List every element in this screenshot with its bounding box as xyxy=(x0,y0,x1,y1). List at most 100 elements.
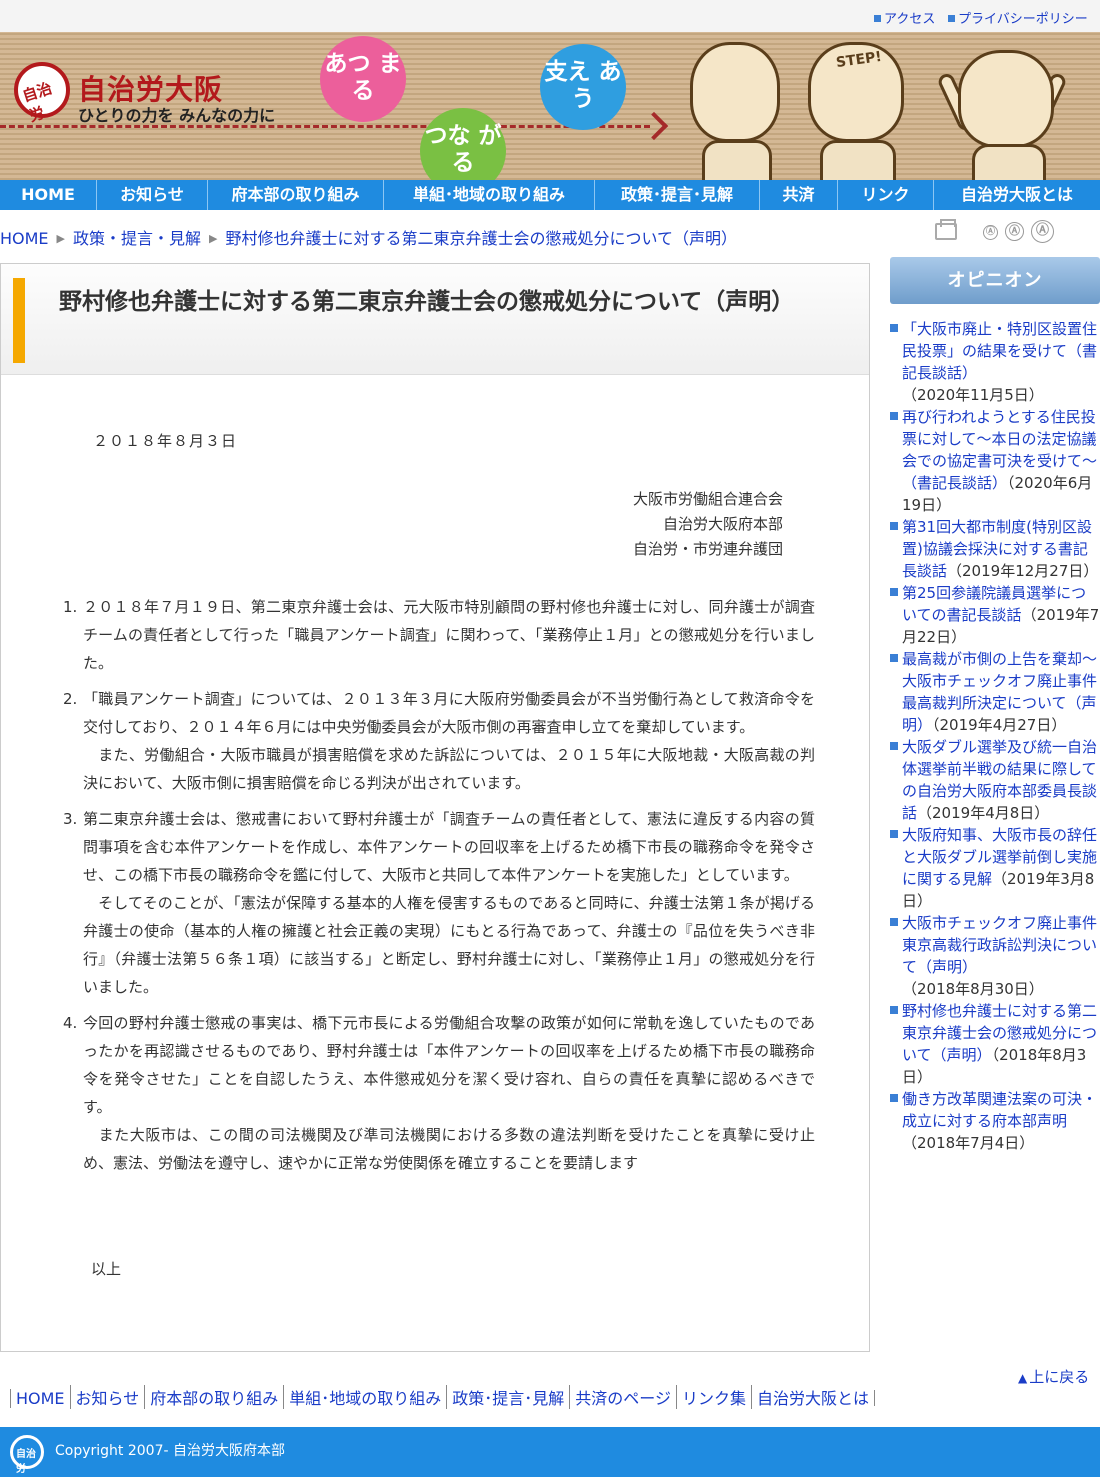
nav-about[interactable]: 自治労大阪とは xyxy=(934,180,1100,210)
sidebar-item-date: （2019年4月27日） xyxy=(932,716,1067,734)
bubble-atsumaru: あつ まる xyxy=(320,36,406,122)
item-text: 今回の野村弁護士懲戒の事実は、橋下元市長による労働組合攻撃の政策が如何に常軌を逸… xyxy=(83,1009,815,1177)
item-number: 3. xyxy=(63,810,78,828)
back-to-top-link[interactable]: 上に戻る xyxy=(1018,1366,1089,1387)
sidebar-item: 第31回大都市制度(特別区設置)協議会採決に対する書記長談話（2019年12月2… xyxy=(888,516,1100,582)
access-link[interactable]: アクセス xyxy=(874,8,935,27)
sidebar-item: 大阪市チェックオフ廃止事件東京高裁行政訴訟判決について（声明） （2018年8月3… xyxy=(888,912,1100,1000)
sidebar-item-date: （2018年8月30日） xyxy=(902,980,1044,998)
sidebar-item-date: （2019年4月8日） xyxy=(917,804,1050,822)
footer-link-policy[interactable]: 政策･提言･見解 xyxy=(446,1385,569,1409)
sidebar-item: 第25回参議院議員選挙についての書記長談話（2019年7月22日） xyxy=(888,582,1100,648)
footer-link-prefecture[interactable]: 府本部の取り組み xyxy=(144,1385,283,1409)
sidebar-item-date: （2020年11月5日） xyxy=(902,386,1044,404)
kid-body xyxy=(972,144,1046,180)
signer: 大阪市労働組合連合会 xyxy=(632,490,783,508)
footer-link-links[interactable]: リンク集 xyxy=(675,1385,751,1409)
item-paragraph: ２０１８年７月１９日、第二東京弁護士会は、元大阪市特別顧問の野村修也弁護士に対し… xyxy=(83,598,815,672)
sidebar-item: 大阪府知事、大阪市長の辞任と大阪ダブル選挙前倒し実施に関する見解（2019年3月… xyxy=(888,824,1100,912)
footer-nav: HOME お知らせ 府本部の取り組み 単組･地域の取り組み 政策･提言･見解 共済のページ… xyxy=(10,1385,875,1409)
privacy-policy-link[interactable]: プライバシーポリシー xyxy=(948,8,1088,27)
list-item: 2. 「職員アンケート調査」については、２０１３年３月に大阪府労働委員会が不当労… xyxy=(63,685,815,797)
nav-home[interactable]: HOME xyxy=(0,180,97,210)
article-title: 野村修也弁護士に対する第二東京弁護士会の懲戒処分について（声明） xyxy=(59,289,795,315)
nav-mutual-aid[interactable]: 共済 xyxy=(760,180,838,210)
sidebar-item-link[interactable]: 働き方改革関連法案の可決・成立に対する府本部声明 xyxy=(902,1090,1097,1130)
footer-logo-icon: 自治労 xyxy=(10,1435,44,1475)
statement-list: 1. ２０１８年７月１９日、第二東京弁護士会は、元大阪市特別顧問の野村修也弁護士… xyxy=(63,593,815,1185)
article-date: ２０１８年８月３日 xyxy=(93,432,238,450)
nav-links[interactable]: リンク xyxy=(838,180,934,210)
footer-link-units[interactable]: 単組･地域の取り組み xyxy=(283,1385,446,1409)
sidebar-item-date: （2019年12月27日） xyxy=(947,562,1099,580)
footer-link-about[interactable]: 自治労大阪とは xyxy=(750,1385,874,1409)
item-text: 「職員アンケート調査」については、２０１３年３月に大阪府労働委員会が不当労働行為… xyxy=(83,685,815,797)
footer: 自治労 Copyright 2007- 自治労大阪府本部 xyxy=(0,1427,1100,1477)
kid-body xyxy=(702,140,772,180)
breadcrumb-separator-icon: ▶ xyxy=(56,232,66,245)
sidebar-item: 大阪ダブル選挙及び統一自治体選挙前半戦の結果に際しての自治労大阪府本部委員長談話… xyxy=(888,736,1100,824)
bubble-sasaeau: 支え あう xyxy=(540,44,626,130)
top-links: アクセス プライバシーポリシー xyxy=(0,0,1100,32)
sidebar-item-link[interactable]: 大阪市チェックオフ廃止事件東京高裁行政訴訟判決について（声明） xyxy=(902,914,1097,976)
kid-body xyxy=(820,140,896,180)
sidebar-heading: オピニオン xyxy=(890,257,1100,304)
item-paragraph: また大阪市は、この間の司法機関及び準司法機関における多数の違法判断を受けたことを… xyxy=(83,1126,815,1172)
bubble-tsunagaru: つな がる xyxy=(420,108,506,180)
sidebar-item: 再び行われようとする住民投票に対して～本日の法定協議会での協定書可決を受けて～（… xyxy=(888,406,1100,516)
footer-link-news[interactable]: お知らせ xyxy=(69,1385,145,1409)
closing-text: 以上 xyxy=(91,1260,122,1278)
font-size-medium-icon[interactable]: Ⓐ xyxy=(1005,222,1024,241)
jichiro-logo[interactable]: 自治労 xyxy=(14,62,70,125)
sidebar-item: 働き方改革関連法案の可決・成立に対する府本部声明 （2018年7月4日） xyxy=(888,1088,1100,1154)
item-paragraph: 今回の野村弁護士懲戒の事実は、橋下元市長による労働組合攻撃の政策が如何に常軌を逸… xyxy=(83,1014,815,1116)
footer-link-mutual-aid[interactable]: 共済のページ xyxy=(569,1385,676,1409)
signer: 自治労大阪府本部 xyxy=(662,515,783,533)
nav-news[interactable]: お知らせ xyxy=(97,180,208,210)
copyright: Copyright 2007- 自治労大阪府本部 xyxy=(55,1443,285,1459)
font-size-small-icon[interactable]: Ⓐ xyxy=(983,225,998,240)
item-number: 1. xyxy=(63,598,78,616)
breadcrumb: HOME ▶ 政策・提言・見解 ▶ 野村修也弁護士に対する第二東京弁護士会の懲戒処分につ… xyxy=(0,225,738,248)
dashed-arrow xyxy=(0,125,650,128)
sidebar-item-link[interactable]: 「大阪市廃止・特別区設置住民投票」の結果を受けて（書記長談話） xyxy=(902,320,1097,382)
sidebar-item: 「大阪市廃止・特別区設置住民投票」の結果を受けて（書記長談話） （2020年11月… xyxy=(888,318,1100,406)
font-size-large-icon[interactable]: Ⓐ xyxy=(1031,220,1054,243)
item-paragraph: そしてそのことが、「憲法が保障する基本的人権を侵害するものであると同時に、弁護士… xyxy=(83,894,815,996)
item-number: 4. xyxy=(63,1014,78,1032)
breadcrumb-policy[interactable]: 政策・提言・見解 xyxy=(73,229,201,248)
item-text: 第二東京弁護士会は、懲戒書において野村弁護士が「調査チームの責任者として、憲法に… xyxy=(83,805,815,1001)
article: 野村修也弁護士に対する第二東京弁護士会の懲戒処分について（声明） ２０１８年８月… xyxy=(0,263,870,1352)
list-item: 3. 第二東京弁護士会は、懲戒書において野村弁護士が「調査チームの責任者として、… xyxy=(63,805,815,1001)
header-banner: 自治労 自治労大阪 ひとりの力を みんなの力に あつ まる つな がる 支え あ… xyxy=(0,32,1100,180)
kid-illustration-boy xyxy=(690,42,780,142)
sidebar-opinion-list: 「大阪市廃止・特別区設置住民投票」の結果を受けて（書記長談話） （2020年11月… xyxy=(888,318,1100,1154)
item-number: 2. xyxy=(63,690,78,708)
footer-divider xyxy=(874,1390,875,1406)
nav-unit-activities[interactable]: 単組･地域の取り組み xyxy=(384,180,595,210)
signer: 自治労・市労連弁護団 xyxy=(632,540,783,558)
site-tagline: ひとりの力を みんなの力に xyxy=(78,106,276,125)
breadcrumb-current[interactable]: 野村修也弁護士に対する第二東京弁護士会の懲戒処分について（声明） xyxy=(226,229,738,248)
list-item: 1. ２０１８年７月１９日、第二東京弁護士会は、元大阪市特別顧問の野村修也弁護士… xyxy=(63,593,815,677)
kid-illustration-girl xyxy=(958,50,1054,148)
footer-link-home[interactable]: HOME xyxy=(10,1389,70,1408)
item-paragraph: また、労働組合・大阪市職員が損害賠償を求めた訴訟については、２０１５年に大阪地裁… xyxy=(83,746,815,792)
sidebar-item-date: （2018年7月4日） xyxy=(902,1134,1035,1152)
breadcrumb-home[interactable]: HOME xyxy=(0,229,49,248)
sidebar-item: 野村修也弁護士に対する第二東京弁護士会の懲戒処分について（声明）（2018年8月… xyxy=(888,1000,1100,1088)
main-nav: HOME お知らせ 府本部の取り組み 単組･地域の取り組み 政策･提言･見解 共… xyxy=(0,180,1100,210)
article-header: 野村修也弁護士に対する第二東京弁護士会の懲戒処分について（声明） xyxy=(1,264,869,375)
breadcrumb-separator-icon: ▶ xyxy=(209,232,218,245)
list-item: 4. 今回の野村弁護士懲戒の事実は、橋下元市長による労働組合攻撃の政策が如何に常… xyxy=(63,1009,815,1177)
item-paragraph: 第二東京弁護士会は、懲戒書において野村弁護士が「調査チームの責任者として、憲法に… xyxy=(83,810,815,884)
arrow-head-icon xyxy=(639,111,669,141)
title-accent-bar xyxy=(13,278,25,363)
sidebar-item: 最高裁が市側の上告を棄却～大阪市チェックオフ廃止事件最高裁判所決定について（声明… xyxy=(888,648,1100,736)
nav-policy[interactable]: 政策･提言･見解 xyxy=(595,180,760,210)
print-icon[interactable] xyxy=(935,219,957,240)
signers: 大阪市労働組合連合会 自治労大阪府本部 自治労・市労連弁護団 xyxy=(613,487,783,562)
item-paragraph: 「職員アンケート調査」については、２０１３年３月に大阪府労働委員会が不当労働行為… xyxy=(83,690,815,736)
item-text: ２０１８年７月１９日、第二東京弁護士会は、元大阪市特別顧問の野村修也弁護士に対し… xyxy=(83,593,815,677)
nav-prefecture-activities[interactable]: 府本部の取り組み xyxy=(208,180,384,210)
